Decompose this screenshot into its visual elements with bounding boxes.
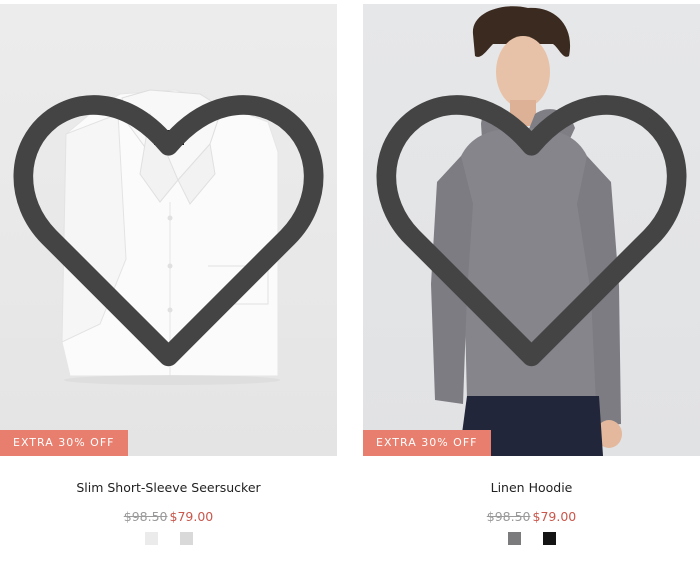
heart-outline-icon[interactable] xyxy=(363,4,700,456)
color-swatch[interactable] xyxy=(542,532,556,545)
original-price: $98.50 xyxy=(486,509,531,524)
product-name[interactable]: Linen Hoodie xyxy=(363,480,700,495)
discount-badge: EXTRA 30% OFF xyxy=(0,430,128,456)
product-grid: EXTRA 30% OFF Slim Short-Sleeve Seersuck… xyxy=(0,0,700,562)
discount-badge: EXTRA 30% OFF xyxy=(363,430,491,456)
product-image[interactable]: EXTRA 30% OFF xyxy=(363,4,700,456)
color-swatch[interactable] xyxy=(179,532,193,545)
color-swatch[interactable] xyxy=(507,532,521,545)
sale-price: $79.00 xyxy=(169,509,214,524)
original-price: $98.50 xyxy=(123,509,168,524)
color-swatch[interactable] xyxy=(144,532,158,545)
product-name[interactable]: Slim Short-Sleeve Seersucker xyxy=(0,480,337,495)
product-card[interactable]: EXTRA 30% OFF Linen Hoodie $98.50 $79.00 xyxy=(363,0,700,562)
sale-price: $79.00 xyxy=(532,509,577,524)
color-swatches xyxy=(363,532,700,545)
color-swatches xyxy=(0,532,337,545)
product-price: $98.50 $79.00 xyxy=(363,509,700,524)
product-image[interactable]: EXTRA 30% OFF xyxy=(0,4,337,456)
product-price: $98.50 $79.00 xyxy=(0,509,337,524)
product-card[interactable]: EXTRA 30% OFF Slim Short-Sleeve Seersuck… xyxy=(0,0,337,562)
heart-outline-icon[interactable] xyxy=(0,4,337,456)
